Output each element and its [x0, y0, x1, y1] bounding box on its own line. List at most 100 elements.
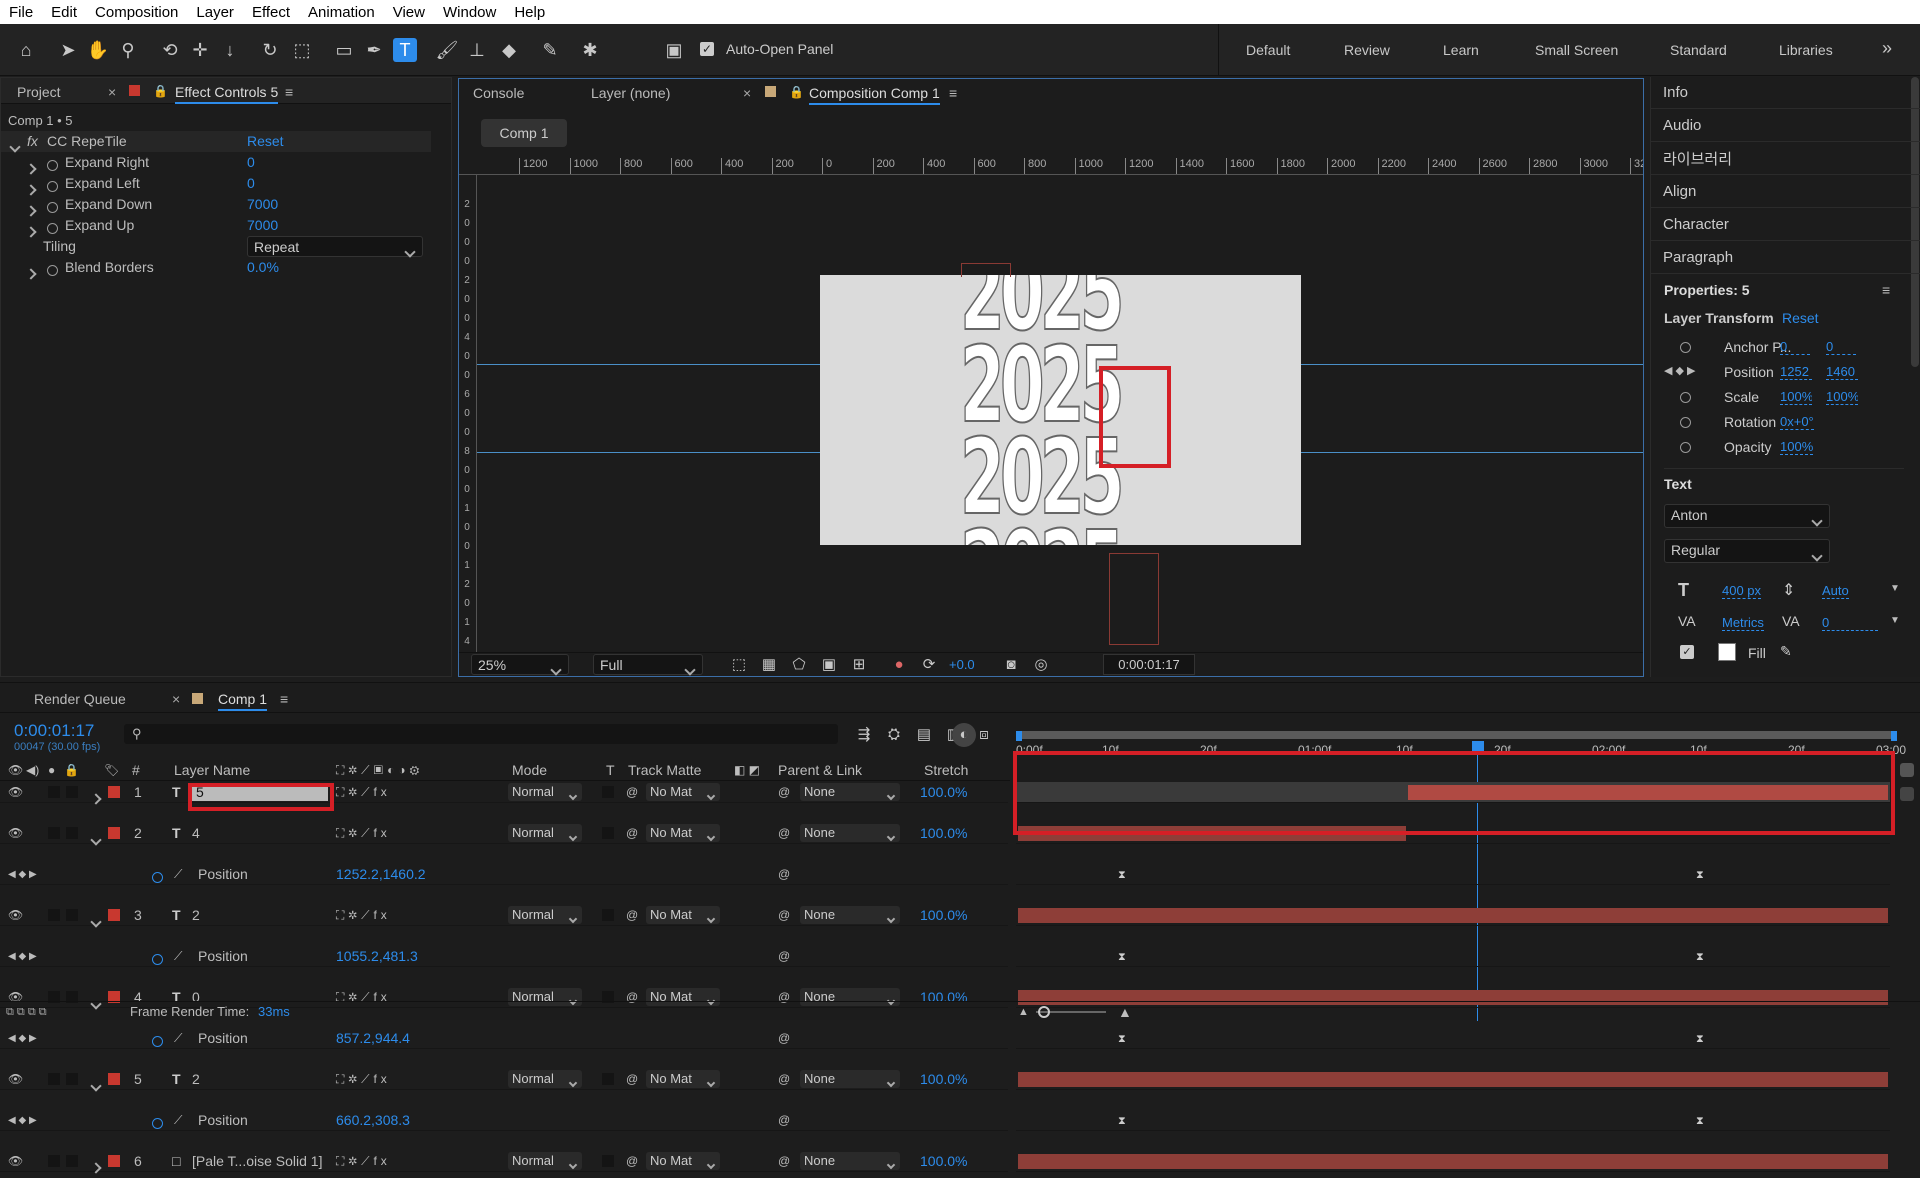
- expand-chevron-icon[interactable]: [90, 788, 102, 809]
- viewer-timecode[interactable]: 0:00:01:17: [1103, 654, 1195, 675]
- rotate-tool-icon[interactable]: ↻: [258, 38, 282, 62]
- comp-button-icon[interactable]: [1900, 763, 1914, 777]
- panel-menu-icon[interactable]: ≡: [285, 84, 293, 100]
- lock-checkbox[interactable]: [66, 786, 78, 798]
- lock-checkbox[interactable]: [66, 909, 78, 921]
- hand-tool-icon[interactable]: ✋: [86, 38, 110, 62]
- video-toggle-icon[interactable]: 👁: [8, 759, 23, 781]
- label-color-swatch[interactable]: [108, 909, 120, 921]
- stretch-value[interactable]: 100.0%: [920, 905, 967, 926]
- panel-menu-icon[interactable]: ≡: [949, 85, 957, 101]
- auto-open-checkbox[interactable]: ✓: [700, 42, 714, 56]
- selection-tool-icon[interactable]: ➤: [56, 38, 80, 62]
- parent-pickwhip-icon[interactable]: @: [778, 1069, 790, 1090]
- col-number[interactable]: #: [132, 759, 140, 781]
- tab-console[interactable]: Console: [473, 85, 524, 101]
- comp-navigator-button[interactable]: Comp 1: [481, 119, 567, 147]
- track-matte-dropdown[interactable]: No Mat: [646, 1070, 720, 1088]
- expand-chevron-icon[interactable]: [90, 1157, 102, 1178]
- workspace-libraries[interactable]: Libraries: [1779, 42, 1833, 58]
- col-mode[interactable]: Mode: [512, 759, 547, 781]
- property-value[interactable]: 660.2,308.3: [336, 1110, 410, 1131]
- property-track[interactable]: ⧗ ⧗: [1016, 864, 1890, 885]
- prop-value[interactable]: 1460: [1826, 364, 1858, 380]
- lock-checkbox[interactable]: [66, 1073, 78, 1085]
- show-snapshot-icon[interactable]: ◎: [1029, 653, 1053, 677]
- stopwatch-icon[interactable]: [152, 950, 163, 971]
- zoom-tool-icon[interactable]: ⚲: [116, 38, 140, 62]
- stretch-value[interactable]: 100.0%: [920, 823, 967, 844]
- pan-behind-tool-icon[interactable]: ⬚: [290, 38, 314, 62]
- graph-icon[interactable]: ⟋: [174, 1028, 182, 1049]
- panel-audio[interactable]: Audio: [1651, 110, 1920, 142]
- keyframe-icon[interactable]: ⧗: [1696, 1033, 1704, 1046]
- track-matte-dropdown[interactable]: No Mat: [646, 783, 720, 801]
- panel-menu-icon[interactable]: ≡: [1882, 282, 1890, 298]
- col-t[interactable]: T: [606, 759, 615, 781]
- table-row[interactable]: 👁 6 □ [Pale T...oise Solid 1] ⛶✲⟋fx Normal @ No…: [0, 1151, 1008, 1174]
- stopwatch-icon[interactable]: [1680, 341, 1691, 356]
- label-color-swatch[interactable]: [108, 1155, 120, 1167]
- tab-comp-1[interactable]: Comp 1: [218, 691, 268, 711]
- keyframe-icon[interactable]: ⧗: [1118, 1033, 1126, 1046]
- prop-value[interactable]: 1252: [1780, 364, 1812, 380]
- keyframe-nav-icon[interactable]: ◀ ◆ ▶: [8, 946, 37, 967]
- resolution-dropdown[interactable]: Full: [593, 654, 703, 676]
- eye-icon[interactable]: 👁: [8, 782, 23, 803]
- vertical-ruler[interactable]: 2 0 0 0 2 0 0 4 0 0 6 0 0 8 0 0 1 0 0 1 2 0 1 4: [459, 175, 477, 655]
- param-value[interactable]: 0: [247, 152, 255, 173]
- exposure-value[interactable]: +0.0: [949, 657, 975, 672]
- zoom-out-icon[interactable]: ▲: [1018, 1002, 1029, 1022]
- expression-pickwhip-icon[interactable]: @: [778, 1110, 790, 1131]
- channels-icon[interactable]: ●: [887, 653, 911, 677]
- transform-reset-button[interactable]: Reset: [1782, 310, 1819, 326]
- solo-checkbox[interactable]: [48, 786, 60, 798]
- keyframe-icon[interactable]: ⧗: [1118, 951, 1126, 964]
- menu-layer[interactable]: Layer: [187, 4, 243, 21]
- eye-icon[interactable]: 👁: [8, 1069, 23, 1090]
- rectangle-tool-icon[interactable]: ▭: [332, 38, 356, 62]
- chevron-down-icon[interactable]: ▼: [1890, 583, 1900, 594]
- solo-checkbox[interactable]: [48, 909, 60, 921]
- clone-stamp-tool-icon[interactable]: ⊥: [465, 38, 489, 62]
- layer-bar[interactable]: [1018, 1154, 1888, 1169]
- zoom-slider-thumb[interactable]: [1038, 1006, 1050, 1018]
- col-stretch[interactable]: Stretch: [924, 759, 968, 781]
- tab-project[interactable]: Project: [17, 84, 61, 100]
- tracking-value[interactable]: 0: [1822, 615, 1878, 631]
- stopwatch-icon[interactable]: [152, 1032, 163, 1053]
- parent-dropdown[interactable]: None: [800, 783, 900, 801]
- layer-bar[interactable]: [1018, 1072, 1888, 1087]
- matte-pickwhip-icon[interactable]: @: [626, 823, 638, 844]
- param-value[interactable]: 7000: [247, 215, 278, 236]
- track-matte-dropdown[interactable]: No Mat: [646, 824, 720, 842]
- stopwatch-icon[interactable]: [1680, 416, 1691, 431]
- layer-name[interactable]: 2: [192, 905, 200, 926]
- graph-editor-icon[interactable]: ⧈: [972, 723, 996, 747]
- dolly-tool-icon[interactable]: ↓: [218, 38, 242, 62]
- close-icon[interactable]: ×: [172, 691, 180, 707]
- panel-menu-icon[interactable]: ≡: [280, 691, 288, 707]
- switches-icons[interactable]: ⛶✲⟋▣◐◑⚙: [336, 759, 423, 781]
- keyframe-icon[interactable]: ⧗: [1118, 869, 1126, 882]
- panel-paragraph[interactable]: Paragraph: [1651, 242, 1920, 274]
- layer-name[interactable]: [Pale T...oise Solid 1]: [192, 1151, 322, 1172]
- expand-chevron-icon[interactable]: [90, 911, 102, 932]
- expand-chevron-icon[interactable]: [90, 829, 102, 850]
- menu-window[interactable]: Window: [434, 4, 505, 21]
- composition-canvas[interactable]: 2025 2025 2025 2025: [820, 275, 1301, 545]
- parent-dropdown[interactable]: None: [800, 1070, 900, 1088]
- preserve-transparency-checkbox[interactable]: [602, 1073, 614, 1085]
- mask-path-icon[interactable]: ⬠: [787, 653, 811, 677]
- fill-color-swatch[interactable]: [1718, 643, 1736, 661]
- lock-icon[interactable]: 🔒: [789, 85, 804, 99]
- keyframe-icon[interactable]: ⧗: [1696, 869, 1704, 882]
- menu-effect[interactable]: Effect: [243, 4, 299, 21]
- col-layer-name[interactable]: Layer Name: [174, 759, 250, 781]
- table-row[interactable]: 👁 3 T 2 ⛶✲⟋fx Normal @ No Mat @ None 100.0%: [0, 905, 1008, 928]
- property-value[interactable]: 1055.2,481.3: [336, 946, 418, 967]
- property-row[interactable]: ◀ ◆ ▶ ⟋ Position 857.2,944.4 @: [0, 1028, 1008, 1049]
- table-row[interactable]: 👁 5 T 2 ⛶✲⟋fx Normal @ No Mat @ None 100.0%: [0, 1069, 1008, 1092]
- layer-search-input[interactable]: ⚲: [124, 724, 838, 744]
- solo-checkbox[interactable]: [48, 1073, 60, 1085]
